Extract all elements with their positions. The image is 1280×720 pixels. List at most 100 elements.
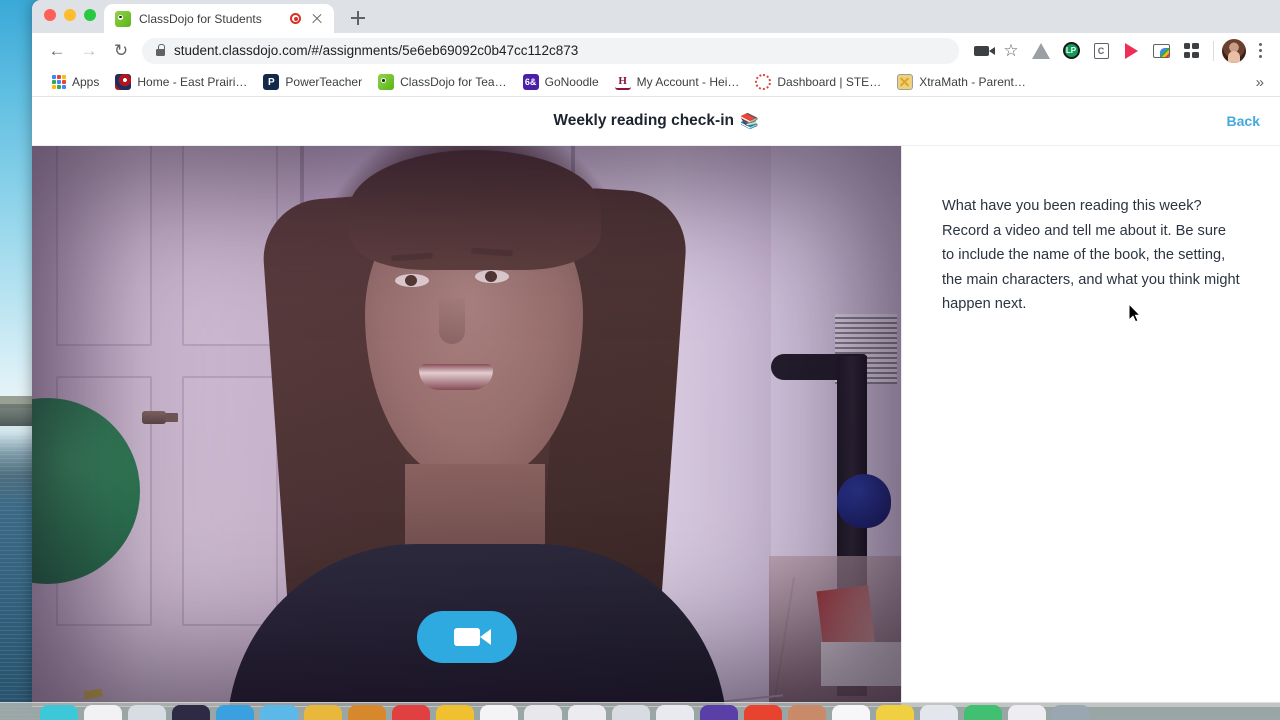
xtramath-x-icon (897, 74, 914, 90)
reload-icon: ↻ (113, 41, 129, 60)
dock-icon-1[interactable] (84, 705, 122, 720)
myaccount-h-icon: H (614, 74, 631, 90)
bookmark-label: Apps (72, 75, 100, 89)
chrome-browser-window: ClassDojo for Students ← → ↻ student.cla… (32, 0, 1280, 707)
bookmark-apps[interactable]: Apps (44, 71, 107, 93)
drive-triangle-icon[interactable] (1028, 38, 1054, 64)
tab-title: ClassDojo for Students (139, 11, 262, 26)
assignment-header: Weekly reading check-in 📚 Back (32, 97, 1280, 146)
lock-icon (156, 44, 166, 56)
dock-icon-11[interactable] (524, 705, 562, 720)
dock-icon-16[interactable] (744, 705, 782, 720)
close-window-button[interactable] (44, 9, 56, 21)
dock-icon-15[interactable] (700, 705, 738, 720)
books-emoji-icon: 📚 (739, 113, 759, 130)
dock-icon-8[interactable] (392, 705, 430, 720)
reload-button[interactable]: ↻ (106, 36, 136, 66)
record-video-button[interactable] (416, 611, 517, 663)
three-dot-menu-icon[interactable] (1248, 38, 1272, 64)
address-bar[interactable]: student.classdojo.com/#/assignments/5e6e… (142, 37, 959, 64)
assignment-body: What have you been reading this week? Re… (32, 146, 1280, 706)
clutter-white-item (821, 642, 901, 686)
dock-icon-10[interactable] (480, 705, 518, 720)
bookmark-star-icon[interactable]: ☆ (998, 38, 1024, 64)
toolbar-divider (1213, 40, 1214, 61)
door-handle-left (142, 411, 166, 424)
dock-icon-17[interactable] (788, 705, 826, 720)
dock-icon-20[interactable] (920, 705, 958, 720)
assignment-instructions: What have you been reading this week? Re… (942, 198, 1240, 313)
desktop: ClassDojo for Students ← → ↻ student.cla… (0, 0, 1280, 720)
instructions-pane: What have you been reading this week? Re… (901, 146, 1280, 706)
powerteacher-p-icon: P (263, 74, 280, 90)
tab-strip: ClassDojo for Students (32, 0, 1280, 33)
recording-dot-icon[interactable] (290, 13, 301, 24)
bookmark-gonoodle[interactable]: 6& GoNoodle (515, 70, 607, 94)
forward-arrow-icon: → (80, 41, 98, 60)
zoom-window-button[interactable] (84, 9, 96, 21)
window-controls[interactable] (44, 9, 96, 21)
bookmarks-bar: Apps Home - East Prairi… P PowerTeacher … (32, 68, 1280, 97)
avatar[interactable] (1222, 38, 1246, 63)
screencastify-icon[interactable] (1118, 38, 1144, 64)
dock-icon-5[interactable] (260, 705, 298, 720)
chrome-window-icon[interactable] (1148, 38, 1174, 64)
dock-icon-14[interactable] (656, 705, 694, 720)
blue-object (837, 474, 891, 528)
back-button[interactable]: ← (42, 36, 72, 66)
calendar-extension-icon[interactable]: C (1088, 38, 1114, 64)
bookmark-powerteacher[interactable]: P PowerTeacher (255, 70, 370, 94)
classdojo-monster-icon (115, 10, 131, 27)
dock-icon-3[interactable] (172, 705, 210, 720)
bookmark-dashboard-stem[interactable]: Dashboard | STE… (747, 70, 889, 94)
extensions-grid-icon[interactable] (1178, 38, 1204, 64)
back-arrow-icon: ← (48, 41, 66, 60)
page-title: Weekly reading check-in 📚 (553, 112, 758, 130)
dock-icon-21[interactable] (964, 705, 1002, 720)
dock-icon-23[interactable] (1052, 705, 1090, 720)
dock-icon-6[interactable] (304, 705, 342, 720)
dock-icon-4[interactable] (216, 705, 254, 720)
bookmark-label: Home - East Prairi… (137, 75, 248, 89)
bookmark-label: ClassDojo for Tea… (400, 75, 507, 89)
video-camera-icon (453, 628, 491, 646)
loom-extension-icon[interactable]: LP (1058, 38, 1084, 64)
dock-icon-13[interactable] (612, 705, 650, 720)
bookmark-home-east-prairie[interactable]: Home - East Prairi… (107, 70, 255, 94)
bookmark-classdojo-teachers[interactable]: ClassDojo for Tea… (370, 70, 515, 94)
screen-recorder-icon[interactable] (968, 38, 995, 64)
bookmark-label: My Account - Hei… (636, 75, 740, 89)
bookmark-xtramath[interactable]: XtraMath - Parent… (889, 70, 1034, 94)
forward-button[interactable]: → (74, 36, 104, 66)
classdojo-monster-icon (378, 74, 395, 90)
bookmark-label: PowerTeacher (285, 75, 363, 89)
school-swirl-icon (115, 74, 132, 90)
new-tab-button[interactable] (344, 4, 372, 32)
close-icon[interactable] (309, 11, 325, 27)
classdojo-assignment-page: Weekly reading check-in 📚 Back What have… (32, 97, 1280, 707)
dashboard-dots-icon (755, 74, 772, 90)
apps-grid-icon (52, 75, 66, 89)
minimize-window-button[interactable] (64, 9, 76, 21)
page-title-text: Weekly reading check-in (553, 112, 734, 129)
url-text: student.classdojo.com/#/assignments/5e6e… (174, 43, 579, 58)
dock-icon-2[interactable] (128, 705, 166, 720)
dock-icon-18[interactable] (832, 705, 870, 720)
mac-dock[interactable] (0, 702, 1280, 720)
bookmarks-overflow-button[interactable]: » (1248, 73, 1272, 92)
bookmark-label: GoNoodle (544, 75, 599, 89)
bookmark-label: Dashboard | STE… (777, 75, 882, 89)
browser-toolbar: ← → ↻ student.classdojo.com/#/assignment… (32, 33, 1280, 68)
dock-icon-0[interactable] (40, 705, 78, 720)
video-preview-pane (32, 146, 901, 706)
dock-icon-22[interactable] (1008, 705, 1046, 720)
dock-icon-19[interactable] (876, 705, 914, 720)
dock-icon-9[interactable] (436, 705, 474, 720)
bookmark-my-account[interactable]: H My Account - Hei… (607, 70, 748, 94)
browser-tab[interactable]: ClassDojo for Students (104, 4, 334, 33)
gonoodle-icon: 6& (522, 74, 539, 90)
dock-icon-7[interactable] (348, 705, 386, 720)
back-link[interactable]: Back (1227, 113, 1260, 129)
bookmark-label: XtraMath - Parent… (919, 75, 1026, 89)
dock-icon-12[interactable] (568, 705, 606, 720)
